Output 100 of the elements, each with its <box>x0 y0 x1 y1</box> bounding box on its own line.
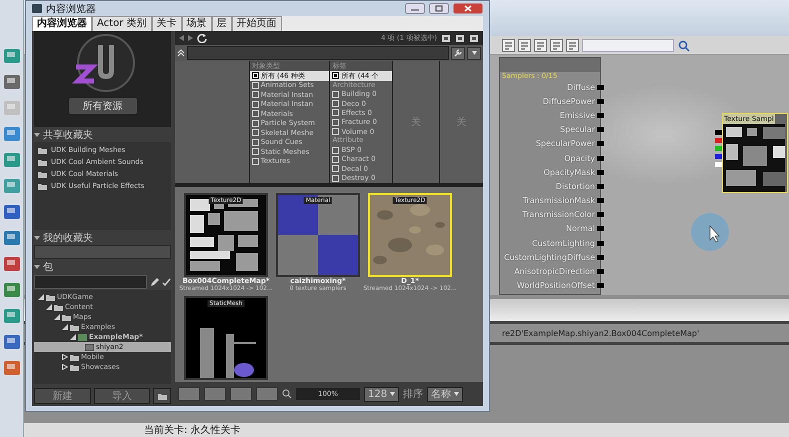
tab[interactable]: 场景 <box>182 16 212 31</box>
back-icon[interactable] <box>179 35 184 41</box>
input-label: TransmissionColor <box>522 210 595 220</box>
section-title: 我的收藏夹 <box>43 232 93 244</box>
input-pin[interactable] <box>597 198 604 204</box>
toolbar-icon[interactable] <box>518 38 531 52</box>
section-title: 共享收藏夹 <box>43 128 93 142</box>
toolbar-icon[interactable] <box>502 38 515 52</box>
input-label: SpecularPower <box>536 139 595 148</box>
tool-icon[interactable] <box>2 150 22 170</box>
forward-icon[interactable] <box>188 35 193 41</box>
input-pin[interactable] <box>597 254 604 260</box>
minimize-icon[interactable] <box>405 3 425 14</box>
input-pin[interactable] <box>597 212 604 218</box>
tab[interactable]: 内容浏览器 <box>32 16 92 31</box>
expanded-arrow-icon[interactable] <box>38 294 44 300</box>
collapsed-arrow-icon[interactable] <box>62 354 68 360</box>
tool-icon[interactable] <box>2 202 22 222</box>
toolbar-icon[interactable] <box>534 38 547 52</box>
window-icon <box>32 4 42 13</box>
input-pin[interactable] <box>597 226 604 232</box>
input-label: TransmissionMask <box>522 196 595 206</box>
folder-icon <box>158 392 166 400</box>
all-assets-button[interactable]: 所有资源 <box>68 97 138 115</box>
section-title: 包 <box>43 260 53 274</box>
wrench-button[interactable] <box>451 46 465 60</box>
input-label: Specular <box>560 125 595 134</box>
caret-icon <box>390 392 396 396</box>
tool-icon[interactable] <box>2 46 22 66</box>
input-label: Normal <box>566 224 595 234</box>
tool-icon[interactable] <box>2 358 22 378</box>
expanded-arrow-icon[interactable] <box>54 314 60 320</box>
sort-label: 排序 <box>403 388 424 401</box>
refresh-icon[interactable] <box>197 33 207 43</box>
package-search-field[interactable] <box>34 275 147 289</box>
input-label: Distortion <box>556 182 595 191</box>
close-icon[interactable] <box>453 3 483 14</box>
toolbar-icon[interactable] <box>550 38 563 52</box>
tab[interactable]: 层 <box>212 16 232 31</box>
input-label: Diffuse <box>566 82 595 92</box>
tool-icon[interactable] <box>2 332 22 352</box>
input-label: Emissive <box>560 110 595 120</box>
pencil-icon[interactable] <box>150 278 159 286</box>
tool-icon[interactable] <box>2 72 22 92</box>
tool-icon[interactable] <box>2 254 22 274</box>
dropdown-button[interactable] <box>467 46 481 60</box>
tool-icon[interactable] <box>2 306 22 326</box>
caret-icon <box>454 392 460 396</box>
collapse-icon[interactable] <box>177 49 185 57</box>
expanded-arrow-icon[interactable] <box>34 132 40 138</box>
input-pin[interactable] <box>597 170 604 175</box>
input-pin[interactable] <box>597 240 604 246</box>
view-mode-button[interactable] <box>256 387 278 401</box>
asset-path-text: re2D'ExampleMap.shiyan2.Box004CompleteMap' <box>502 328 700 338</box>
input-pin[interactable] <box>597 283 604 288</box>
expanded-arrow-icon[interactable] <box>34 234 40 240</box>
expanded-arrow-icon[interactable] <box>70 334 76 340</box>
sort-dropdown[interactable]: 名称 <box>427 386 464 402</box>
input-pin[interactable] <box>597 127 604 132</box>
input-label: CustomLighting <box>532 238 595 248</box>
tool-icon[interactable] <box>2 280 22 300</box>
view-mode-button[interactable] <box>204 387 226 401</box>
tab[interactable]: 关卡 <box>152 16 182 31</box>
expanded-arrow-icon[interactable] <box>34 264 40 270</box>
group-icon <box>85 344 94 350</box>
tab[interactable]: Actor 类别 <box>92 16 152 31</box>
input-pin[interactable] <box>597 184 604 189</box>
input-label: CustomLightingDiffuse <box>504 252 595 262</box>
search-icon <box>282 389 292 399</box>
current-level-text: 当前关卡: 永久性关卡 <box>144 424 241 437</box>
wrench-icon <box>454 49 462 57</box>
expanded-arrow-icon[interactable] <box>46 304 52 310</box>
input-label: DiffusePower <box>542 96 595 106</box>
input-label: AnisotropicDirection <box>514 267 595 276</box>
toolbar-icon[interactable] <box>566 38 579 52</box>
tool-icon[interactable] <box>2 124 22 144</box>
tool-icon[interactable] <box>2 228 22 248</box>
input-pin[interactable] <box>597 269 604 274</box>
tab[interactable]: 开始页面 <box>232 16 282 31</box>
search-field[interactable] <box>582 38 674 52</box>
input-pin[interactable] <box>597 156 604 161</box>
folder-button[interactable] <box>153 388 171 404</box>
input-label: WorldPositionOffset <box>516 281 595 290</box>
maximize-icon[interactable] <box>429 3 449 14</box>
checkmark-icon[interactable] <box>162 278 171 286</box>
map-icon <box>78 334 87 340</box>
cursor-icon <box>690 212 730 252</box>
window-title: 内容浏览器 <box>46 2 96 16</box>
search-icon[interactable] <box>677 38 690 52</box>
input-label: OpacityMask <box>544 168 595 177</box>
size-dropdown[interactable]: 128 <box>364 386 400 402</box>
collapsed-arrow-icon[interactable] <box>62 364 68 370</box>
view-mode-button[interactable] <box>230 387 252 401</box>
input-pin[interactable] <box>597 112 604 118</box>
view-mode-button[interactable] <box>178 387 200 401</box>
input-pin[interactable] <box>597 84 604 90</box>
expanded-arrow-icon[interactable] <box>62 324 68 330</box>
asset-search-field[interactable] <box>187 46 449 60</box>
input-pin[interactable] <box>597 141 604 146</box>
input-pin[interactable] <box>597 98 604 104</box>
